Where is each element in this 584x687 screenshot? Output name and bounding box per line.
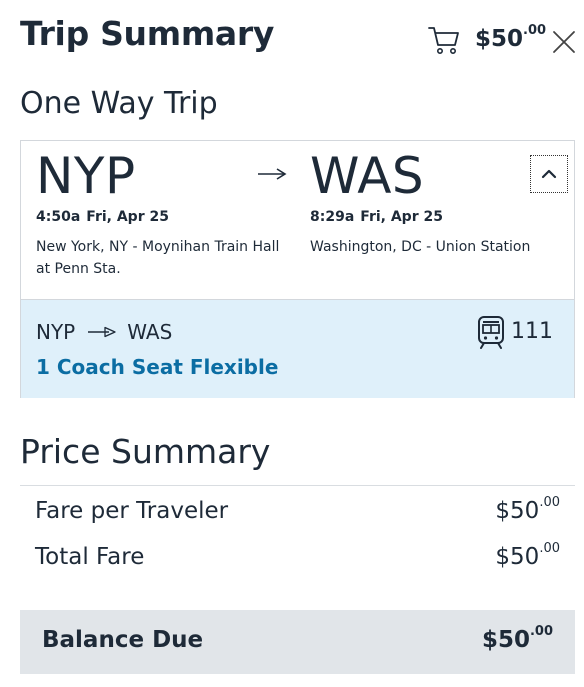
origin-code: NYP xyxy=(36,147,136,205)
balance-cents: .00 xyxy=(529,624,553,640)
segment-origin: NYP xyxy=(36,320,76,344)
train-number: 111 xyxy=(511,319,553,344)
arrival-date: Fri, Apr 25 xyxy=(360,209,443,225)
destination-arrival: 8:29a Fri, Apr 25 xyxy=(310,209,443,225)
arrival-time: 8:29a xyxy=(310,209,355,225)
price-row-label: Fare per Traveler xyxy=(35,498,229,524)
price-cents: .00 xyxy=(539,541,560,557)
destination-station: Washington, DC - Union Station xyxy=(310,239,531,255)
destination-code: WAS xyxy=(310,147,425,205)
segment-route: NYP WAS xyxy=(36,320,172,344)
collapse-trip-button[interactable] xyxy=(530,155,568,193)
arrow-right-icon xyxy=(258,168,287,180)
divider xyxy=(20,485,575,486)
arrow-right-icon xyxy=(88,326,116,338)
origin-departure: 4:50a Fri, Apr 25 xyxy=(36,209,169,225)
price-cents: .00 xyxy=(539,495,560,511)
departure-time: 4:50a xyxy=(36,209,81,225)
fare-per-traveler-row: Fare per Traveler $50.00 xyxy=(20,495,560,532)
price-dollars: $50 xyxy=(495,544,540,570)
price-row-value: $50.00 xyxy=(495,541,560,570)
price-summary-heading: Price Summary xyxy=(20,432,271,471)
train-icon xyxy=(478,316,504,349)
page-title: Trip Summary xyxy=(20,14,275,53)
price-row-label: Total Fare xyxy=(35,544,145,570)
trip-card: NYP WAS 4:50a Fri, Apr 25 8:29a Fri, Apr 2… xyxy=(20,140,575,398)
cart-total-dollars: $50 xyxy=(475,26,524,52)
chevron-up-icon xyxy=(541,169,557,179)
cart-total-cents: .00 xyxy=(523,23,547,39)
total-fare-row: Total Fare $50.00 xyxy=(20,541,560,578)
origin-station: New York, NY - Moynihan Train Hall at Pe… xyxy=(36,239,280,277)
balance-due-value: $50.00 xyxy=(481,624,553,653)
trip-summary-panel: Trip Summary $50.00 One Way Trip NYP WAS xyxy=(0,0,584,687)
balance-due-bar: Balance Due $50.00 xyxy=(20,610,575,674)
cart-total: $50.00 xyxy=(475,23,547,52)
price-row-value: $50.00 xyxy=(495,495,560,524)
fare-class-label: 1 Coach Seat Flexible xyxy=(36,355,279,379)
balance-dollars: $50 xyxy=(481,627,530,653)
price-dollars: $50 xyxy=(495,498,540,524)
cart-icon[interactable] xyxy=(428,24,460,56)
trip-segment: NYP WAS 1 Coach Seat Flexible 111 xyxy=(21,299,574,398)
balance-due-label: Balance Due xyxy=(42,627,204,653)
trip-type-heading: One Way Trip xyxy=(20,86,218,121)
route-details: NYP WAS 4:50a Fri, Apr 25 8:29a Fri, Apr 2… xyxy=(21,141,574,299)
segment-destination: WAS xyxy=(127,320,173,344)
departure-date: Fri, Apr 25 xyxy=(86,209,169,225)
close-icon[interactable] xyxy=(552,30,576,54)
